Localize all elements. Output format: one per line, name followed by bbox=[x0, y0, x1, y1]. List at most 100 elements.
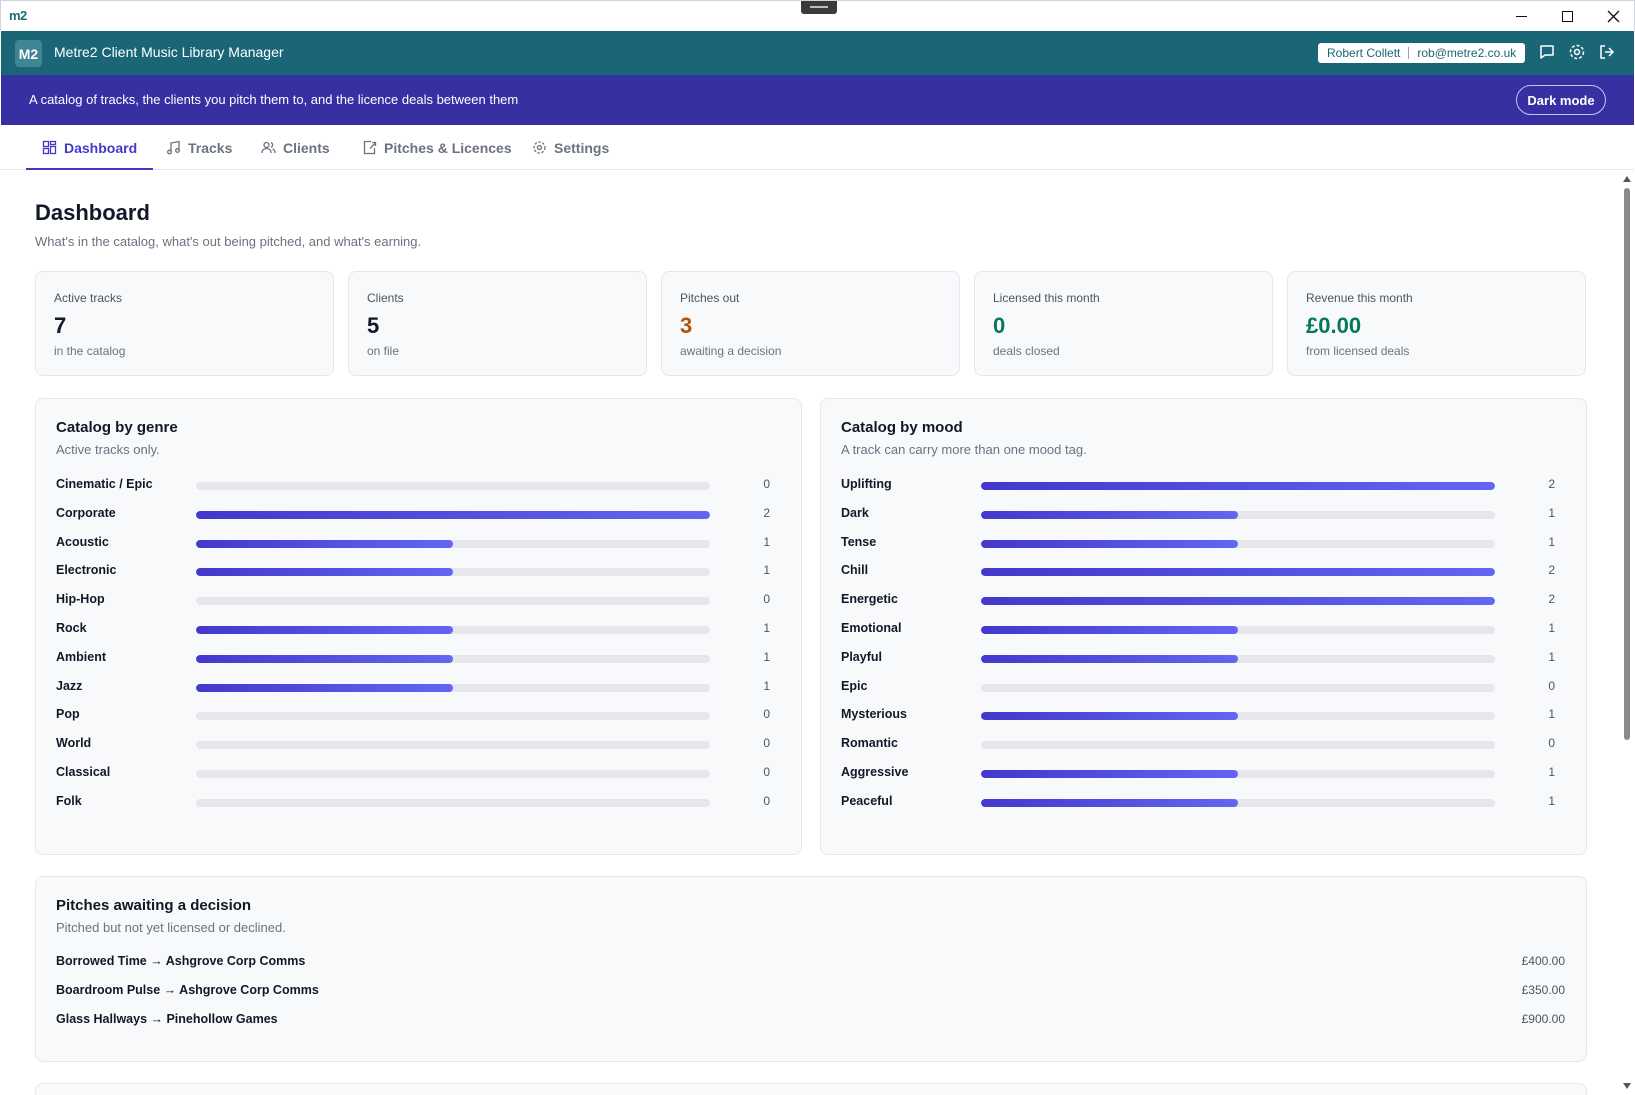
bar-track bbox=[981, 770, 1495, 778]
bar-count: 1 bbox=[763, 621, 770, 635]
header-settings-button[interactable] bbox=[1568, 43, 1588, 63]
kpi-active-tracks: Active tracks 7 in the catalog bbox=[35, 271, 334, 376]
genre-bar-row: Electronic 1 bbox=[56, 561, 770, 581]
bar-label: Ambient bbox=[56, 649, 106, 664]
kpi-licensed-this-month: Licensed this month 0 deals closed bbox=[974, 271, 1273, 376]
bar-track bbox=[981, 683, 1495, 692]
bar-count: 1 bbox=[1548, 707, 1555, 722]
scroll-up-arrow-icon[interactable] bbox=[1623, 176, 1631, 182]
logout-button[interactable] bbox=[1598, 43, 1618, 63]
close-button[interactable] bbox=[1590, 1, 1635, 32]
genre-bar-row: Jazz 1 bbox=[56, 677, 770, 697]
feedback-button[interactable] bbox=[1538, 43, 1558, 63]
panel-subtitle: Pitched but not yet licensed or declined… bbox=[56, 920, 286, 935]
genre-bar-row: Rock 1 bbox=[56, 619, 770, 639]
kpi-label: Licensed this month bbox=[993, 291, 1100, 305]
bar-count: 2 bbox=[1548, 592, 1555, 607]
bar-label: Pop bbox=[56, 707, 80, 722]
pitches-panel: Pitches awaiting a decision Pitched but … bbox=[35, 876, 1587, 1062]
logout-icon bbox=[1600, 45, 1615, 59]
maximize-button[interactable] bbox=[1544, 1, 1590, 32]
tab-clients[interactable]: Clients bbox=[261, 125, 330, 170]
genre-bar-row: Acoustic 1 bbox=[56, 533, 770, 553]
bar-count: 0 bbox=[763, 765, 770, 779]
scroll-down-arrow-icon[interactable] bbox=[1623, 1083, 1631, 1089]
kpi-sub: deals closed bbox=[993, 344, 1060, 358]
tab-tracks[interactable]: Tracks bbox=[166, 125, 232, 170]
bar-count: 0 bbox=[763, 736, 770, 751]
bar-track bbox=[196, 741, 710, 750]
bar-label: Playful bbox=[841, 649, 882, 664]
main-content: Dashboard What's in the catalog, what's … bbox=[1, 170, 1620, 1095]
pitch-amount: £350.00 bbox=[1521, 983, 1565, 997]
tab-settings[interactable]: Settings bbox=[532, 125, 609, 170]
bar-track bbox=[981, 741, 1495, 750]
mood-bar-row: Dark 1 bbox=[841, 504, 1555, 524]
pitch-text: Boardroom Pulse → Ashgrove Corp Comms bbox=[56, 983, 319, 997]
kpi-label: Clients bbox=[367, 291, 404, 305]
banner-text: A catalog of tracks, the clients you pit… bbox=[29, 92, 519, 107]
bar-count: 1 bbox=[1548, 649, 1555, 664]
bar-fill bbox=[981, 654, 1238, 663]
kpi-sub: awaiting a decision bbox=[680, 344, 782, 358]
bar-track bbox=[196, 597, 710, 606]
genre-bar-row: Hip-Hop 0 bbox=[56, 590, 770, 610]
pitch-row[interactable]: Glass Hallways → Pinehollow Games £900.00 bbox=[56, 1011, 1565, 1031]
pitch-amount: £400.00 bbox=[1521, 954, 1565, 968]
bar-count: 1 bbox=[763, 678, 770, 693]
mood-bar-row: Uplifting 2 bbox=[841, 475, 1555, 495]
bar-track bbox=[981, 626, 1495, 634]
pitch-row[interactable]: Borrowed Time → Ashgrove Corp Comms £400.… bbox=[56, 953, 1565, 973]
bar-label: Jazz bbox=[56, 678, 83, 693]
bar-track bbox=[196, 510, 710, 519]
tab-pitches-licences[interactable]: Pitches & Licences bbox=[362, 125, 512, 170]
bar-label: Cinematic / Epic bbox=[56, 477, 153, 491]
scroll-thumb[interactable] bbox=[1624, 188, 1630, 740]
bar-label: Rock bbox=[56, 621, 87, 635]
tab-label: Clients bbox=[283, 139, 330, 156]
tab-label: Tracks bbox=[188, 139, 233, 156]
panel-title: Catalog by mood bbox=[841, 419, 963, 436]
dark-mode-button[interactable]: Dark mode bbox=[1516, 85, 1606, 115]
bar-count: 1 bbox=[1548, 621, 1555, 635]
pitch-row[interactable]: Boardroom Pulse → Ashgrove Corp Comms £35… bbox=[56, 982, 1565, 1002]
kpi-value: 0 bbox=[993, 313, 1006, 338]
drag-handle[interactable] bbox=[801, 1, 837, 14]
minimize-icon bbox=[1515, 16, 1527, 17]
panel-title: Pitches awaiting a decision bbox=[56, 897, 252, 914]
bar-label: Folk bbox=[56, 793, 82, 808]
bar-label: Peaceful bbox=[841, 793, 893, 808]
mood-bar-row: Romantic 0 bbox=[841, 734, 1555, 754]
user-pill-divider bbox=[1408, 47, 1410, 59]
kpi-pitches-out: Pitches out 3 awaiting a decision bbox=[661, 271, 960, 376]
bar-count: 1 bbox=[763, 563, 770, 578]
pitch-text: Borrowed Time → Ashgrove Corp Comms bbox=[56, 954, 306, 968]
bar-label: Tense bbox=[841, 534, 877, 549]
genre-bar-row: Classical 0 bbox=[56, 763, 770, 783]
mood-bar-row: Peaceful 1 bbox=[841, 792, 1555, 812]
bar-fill bbox=[196, 626, 453, 634]
bar-label: Emotional bbox=[841, 621, 902, 635]
page-subtitle: What's in the catalog, what's out being … bbox=[35, 234, 422, 249]
bar-label: Chill bbox=[841, 563, 869, 578]
bar-label: Romantic bbox=[841, 736, 898, 751]
bar-count: 1 bbox=[1548, 534, 1555, 549]
minimize-button[interactable] bbox=[1498, 1, 1544, 32]
pitch-text: Glass Hallways → Pinehollow Games bbox=[56, 1012, 278, 1026]
bar-label: Mysterious bbox=[841, 707, 907, 722]
bar-fill bbox=[981, 597, 1495, 606]
bar-track bbox=[981, 597, 1495, 606]
info-banner: A catalog of tracks, the clients you pit… bbox=[1, 75, 1634, 125]
mood-bar-row: Tense 1 bbox=[841, 533, 1555, 553]
bar-track bbox=[981, 482, 1495, 490]
kpi-value: 3 bbox=[680, 313, 693, 338]
user-pill[interactable]: Robert Collett rob@metre2.co.uk bbox=[1318, 43, 1526, 63]
bar-fill bbox=[981, 798, 1238, 807]
bar-count: 1 bbox=[1548, 765, 1555, 779]
genre-bar-row: Pop 0 bbox=[56, 705, 770, 725]
vertical-scrollbar[interactable] bbox=[1620, 170, 1634, 1095]
genre-bar-row: Folk 0 bbox=[56, 792, 770, 812]
tab-dashboard[interactable]: Dashboard bbox=[25, 125, 154, 171]
genre-panel: Catalog by genre Active tracks only. Cin… bbox=[35, 398, 802, 855]
bar-fill bbox=[981, 510, 1238, 519]
